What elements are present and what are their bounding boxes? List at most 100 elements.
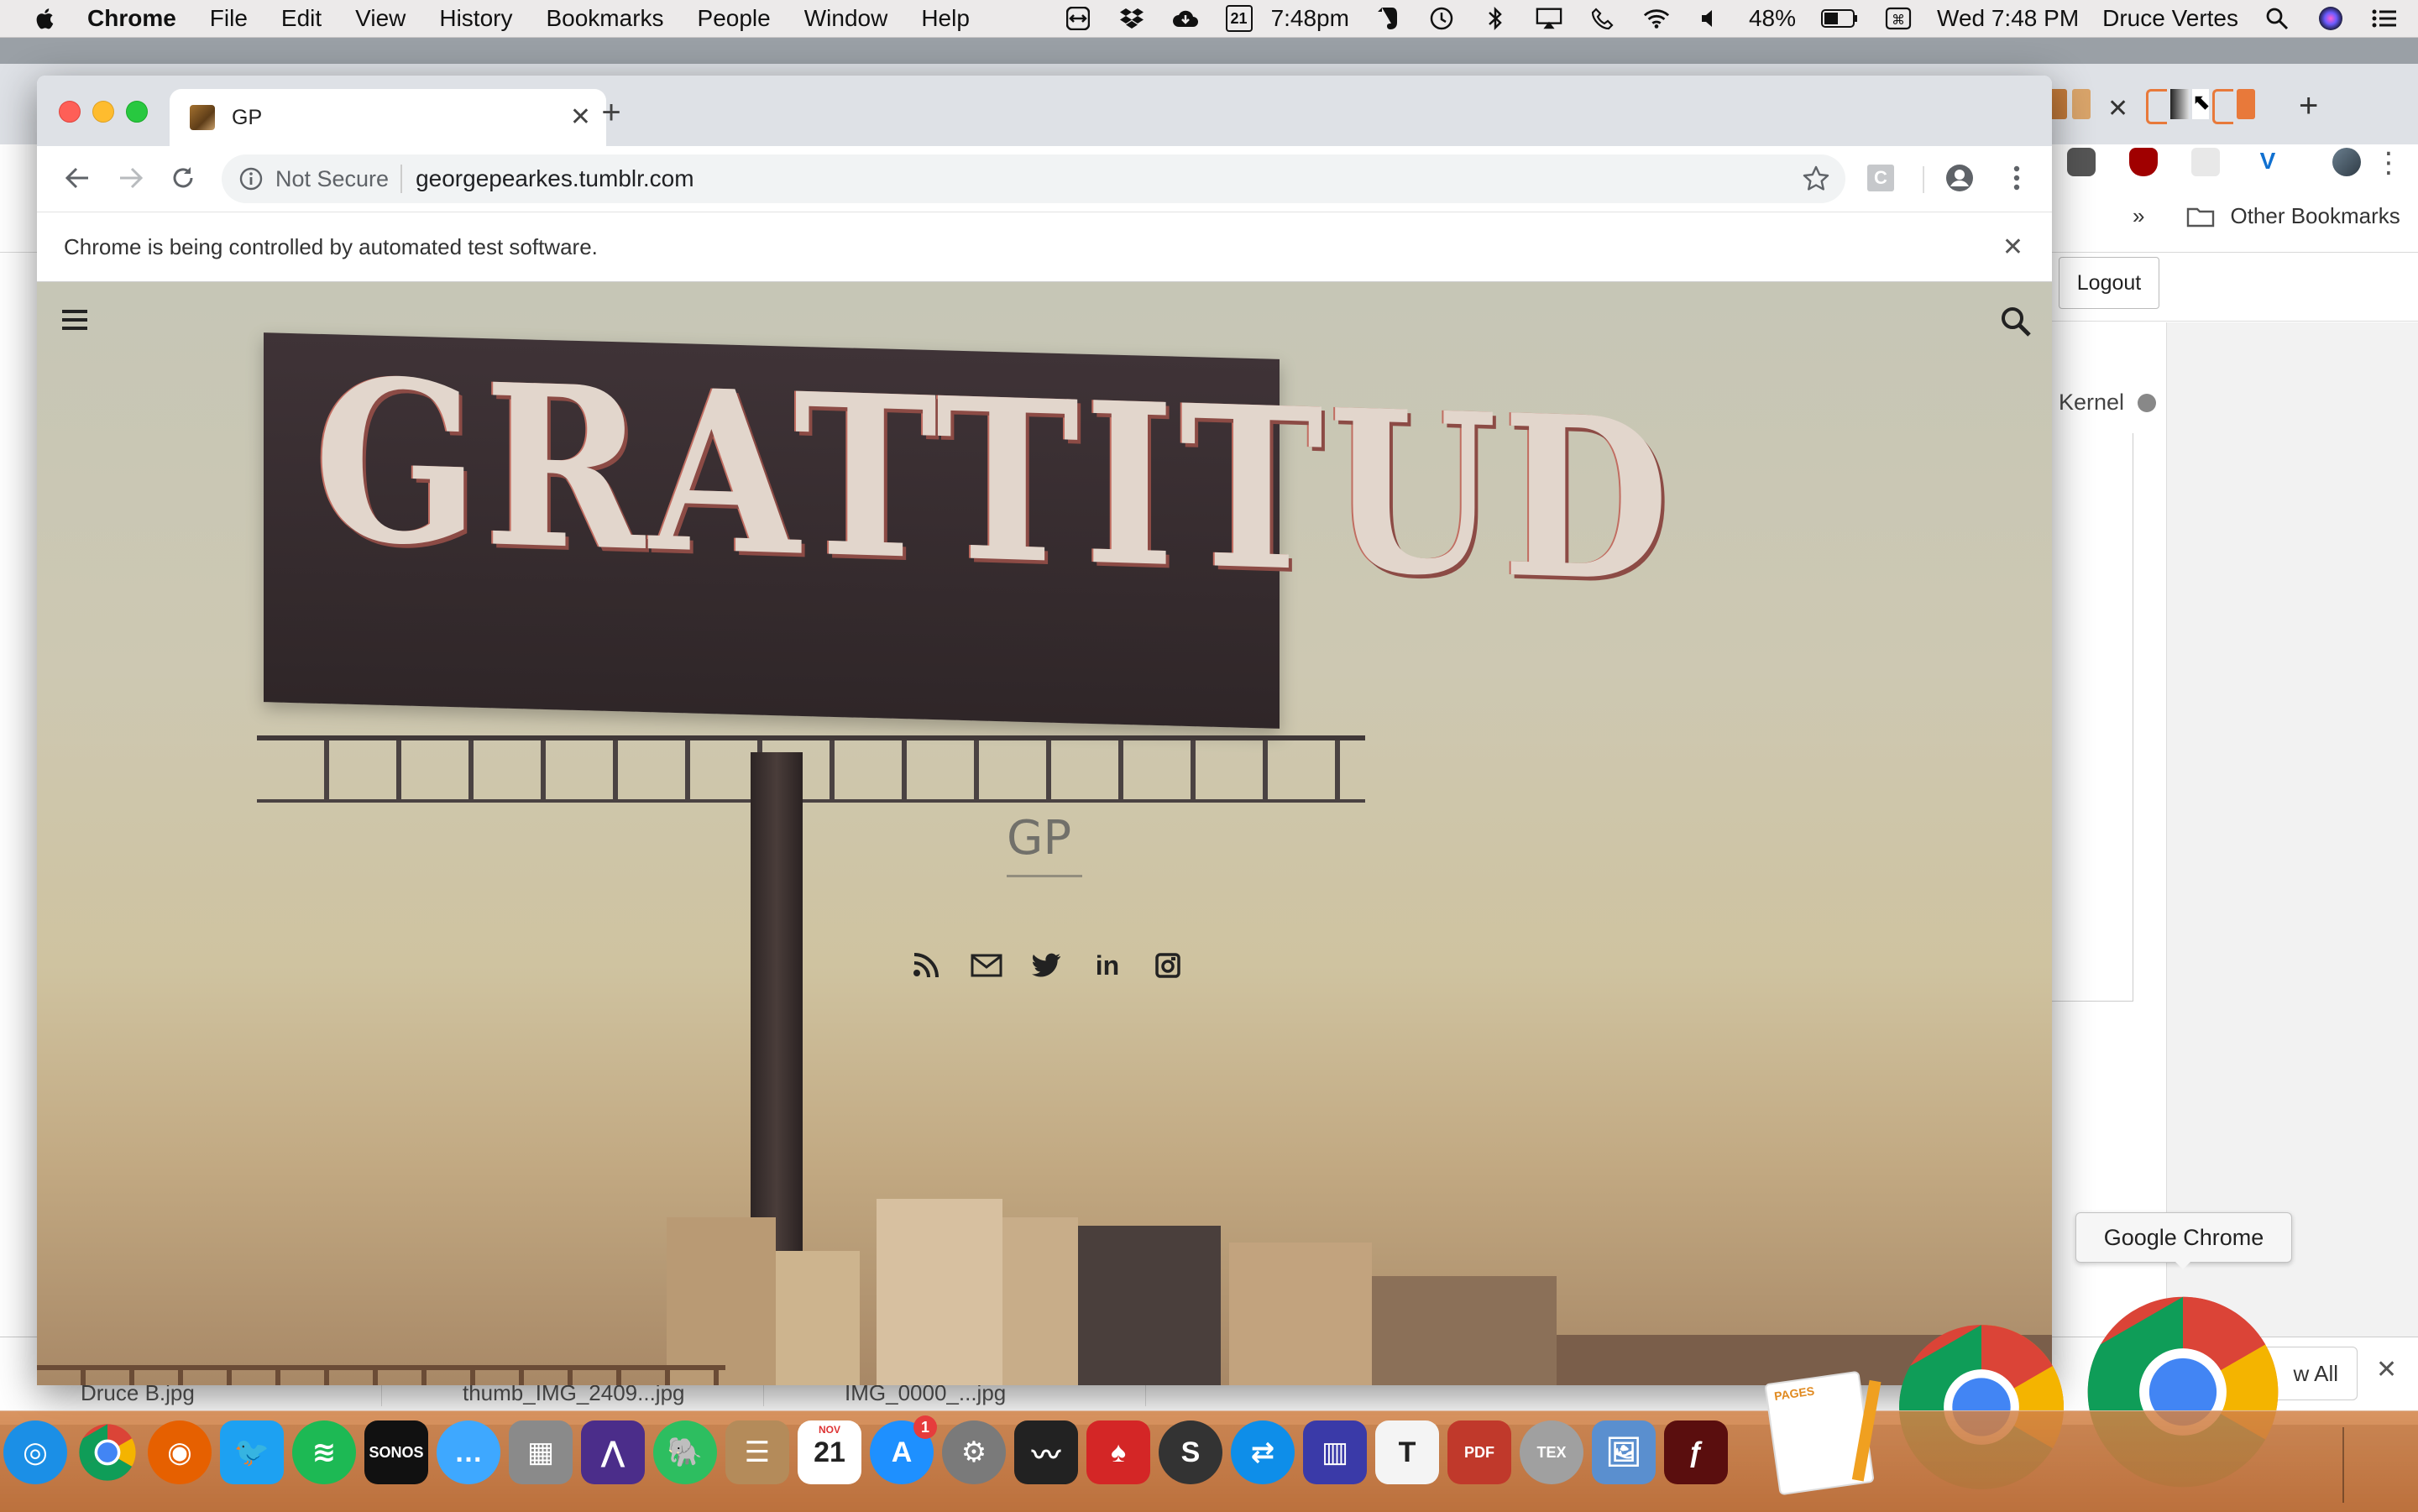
background-new-tab-button[interactable]: + — [2299, 87, 2318, 125]
menubar-user[interactable]: Druce Vertes — [2102, 5, 2238, 32]
s-app-dock-icon[interactable]: S — [1159, 1420, 1222, 1484]
spotlight-icon[interactable] — [2264, 6, 2290, 31]
safari-dock-icon[interactable]: ◎ — [3, 1420, 67, 1484]
airplay-icon[interactable] — [1536, 6, 1562, 31]
menu-file[interactable]: File — [210, 5, 248, 32]
css-extension-icon[interactable] — [2191, 148, 2220, 176]
instagram-icon[interactable] — [1152, 950, 1184, 981]
menu-edit[interactable]: Edit — [281, 5, 322, 32]
bookmarks-overflow-chevron[interactable]: » — [2133, 203, 2144, 229]
chrome-dock-icon[interactable] — [76, 1420, 139, 1484]
menu-view[interactable]: View — [355, 5, 406, 32]
background-tab-close-icon[interactable]: ✕ — [2107, 94, 2128, 123]
v-extension-icon[interactable]: V — [2253, 148, 2282, 176]
tex-shop-dock-icon[interactable]: TEX — [1520, 1420, 1583, 1484]
activity-monitor-dock-icon[interactable]: 〰 — [1014, 1420, 1078, 1484]
tab-title: GP — [232, 105, 263, 129]
input-menu-icon[interactable]: ⌘ — [1885, 6, 1912, 31]
pocket-icon[interactable] — [2067, 148, 2096, 176]
rss-icon[interactable] — [910, 950, 942, 981]
ublock-icon[interactable] — [2129, 148, 2158, 176]
dock-separator — [2342, 1427, 2344, 1503]
messages-dock-icon[interactable]: … — [437, 1420, 500, 1484]
not-secure-label[interactable]: Not Secure — [275, 166, 389, 192]
flash-dock-icon[interactable]: ƒ — [1664, 1420, 1728, 1484]
battery-icon[interactable] — [1821, 6, 1858, 31]
tab-close-icon[interactable]: ✕ — [570, 102, 591, 132]
url-text[interactable]: georgepearkes.tumblr.com — [416, 165, 694, 192]
extension-c-button[interactable]: C — [1867, 165, 1894, 191]
pokerstars-dock-icon[interactable]: ♠ — [1086, 1420, 1150, 1484]
menu-window[interactable]: Window — [804, 5, 888, 32]
app-menu-chrome[interactable]: Chrome — [87, 5, 176, 32]
evernote-icon[interactable] — [1374, 6, 1401, 31]
siri-icon[interactable] — [2317, 6, 2344, 31]
phone-icon[interactable] — [1589, 6, 1616, 31]
twitter-icon[interactable] — [1031, 950, 1063, 981]
twitter-dock-icon[interactable]: 🐦 — [220, 1420, 284, 1484]
pages-dock-icon[interactable]: PAGES — [1764, 1370, 1882, 1496]
search-icon[interactable] — [2000, 306, 2032, 337]
volume-icon[interactable] — [1697, 6, 1724, 31]
email-icon[interactable] — [971, 950, 1002, 981]
time-machine-icon[interactable] — [1428, 6, 1455, 31]
evernote-dock-icon[interactable]: 🐘 — [653, 1420, 717, 1484]
menu-bookmarks[interactable]: Bookmarks — [546, 5, 663, 32]
calendar-dock-icon[interactable]: 21 NOV — [798, 1420, 861, 1484]
calculator-dock-icon[interactable]: ▦ — [509, 1420, 573, 1484]
menu-help[interactable]: Help — [921, 5, 970, 32]
social-links: in — [910, 950, 1184, 981]
sonos-dock-icon[interactable]: SONOS — [364, 1420, 428, 1484]
system-preferences-dock-icon[interactable]: ⚙ — [942, 1420, 1006, 1484]
downloads-bar-close-icon[interactable]: ✕ — [2376, 1355, 2397, 1384]
cloud-icon[interactable] — [1172, 6, 1199, 31]
forward-button[interactable] — [113, 160, 149, 196]
bluetooth-icon[interactable] — [1482, 6, 1509, 31]
billboard-lettering: GRATTITUD — [314, 330, 1675, 633]
profile-avatar-icon[interactable] — [1944, 163, 1975, 193]
back-button[interactable] — [59, 160, 96, 196]
menubar-time-short[interactable]: 7:48pm — [1271, 5, 1349, 32]
teamviewer-icon[interactable] — [1065, 6, 1091, 31]
background-menu-icon[interactable]: ⋮ — [2374, 146, 2403, 180]
pdf-app-dock-icon[interactable]: PDF — [1447, 1420, 1511, 1484]
firefox-dock-icon[interactable]: ◉ — [148, 1420, 212, 1484]
linkedin-icon[interactable]: in — [1091, 950, 1123, 981]
preview-dock-icon[interactable]: 🖼 — [1592, 1420, 1656, 1484]
notification-center-icon[interactable] — [2371, 6, 2398, 31]
app-store-dock-icon[interactable]: A1 — [870, 1415, 937, 1484]
kernel-label: Kernel — [2059, 390, 2125, 415]
mission-control-dock-icon[interactable]: ▥ — [1303, 1420, 1367, 1484]
spotify-glyph: ≋ — [311, 1436, 337, 1468]
bookmark-star-icon[interactable] — [1802, 165, 1830, 193]
calendar-icon[interactable]: 21 — [1225, 5, 1253, 32]
other-bookmarks-link[interactable]: Other Bookmarks — [2230, 203, 2400, 229]
chrome-menu-button[interactable] — [2002, 163, 2032, 193]
new-tab-button[interactable]: + — [591, 92, 631, 133]
hamburger-menu-icon[interactable] — [60, 307, 89, 332]
logout-button[interactable]: Logout — [2059, 257, 2159, 309]
address-bar[interactable]: Not Secure georgepearkes.tumblr.com — [222, 154, 1845, 203]
window-minimize-button[interactable] — [92, 101, 114, 123]
background-profile-avatar[interactable] — [2332, 148, 2361, 176]
spotify-dock-icon[interactable]: ≋ — [292, 1420, 356, 1484]
typora-dock-icon[interactable]: T — [1375, 1420, 1439, 1484]
contacts-dock-icon[interactable]: ☰ — [725, 1420, 789, 1484]
window-maximize-button[interactable] — [126, 101, 148, 123]
infobar-close-icon[interactable]: ✕ — [2002, 233, 2023, 262]
tab-active[interactable]: GP ✕ — [170, 89, 606, 146]
apple-menu-icon[interactable] — [34, 5, 57, 32]
info-icon[interactable] — [238, 166, 264, 191]
window-close-button[interactable] — [59, 101, 81, 123]
preview-glyph: 🖼 — [1605, 1436, 1642, 1468]
menu-people[interactable]: People — [698, 5, 771, 32]
menu-history[interactable]: History — [439, 5, 512, 32]
blog-title[interactable]: GP — [1007, 811, 1071, 866]
menubar-clock[interactable]: Wed 7:48 PM — [1937, 5, 2079, 32]
dropbox-icon[interactable] — [1118, 6, 1145, 31]
affinity-dock-icon[interactable]: ⋀ — [581, 1420, 645, 1484]
battery-percent[interactable]: 48% — [1749, 5, 1796, 32]
teamviewer-dock-icon[interactable]: ⇄ — [1231, 1420, 1295, 1484]
reload-button[interactable] — [165, 160, 202, 196]
wifi-icon[interactable] — [1643, 6, 1670, 31]
